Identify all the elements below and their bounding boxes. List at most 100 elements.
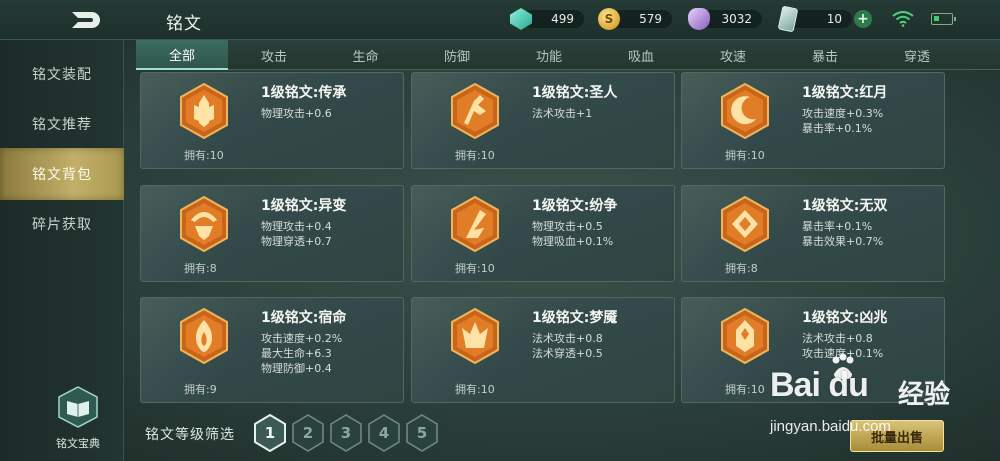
rune-owned-count: 拥有:10 [725, 149, 765, 162]
rune-stat: 攻击速度+0.3% [802, 107, 884, 120]
rune-stats: 攻击速度+0.2% 最大生命+6.3 物理防御+0.4 [261, 331, 342, 376]
rune-owned-count: 拥有:10 [455, 383, 495, 396]
rune-owned-count: 拥有:8 [184, 262, 217, 275]
rune-owned-count: 拥有:10 [455, 262, 495, 275]
rune-stat: 暴击率+0.1% [802, 122, 873, 135]
rune-stats: 法术攻击+0.8 攻击速度+0.1% [802, 331, 883, 361]
level-number: 4 [378, 424, 390, 442]
tab-lifesteal[interactable]: 吸血 [595, 40, 687, 70]
rune-stats: 暴击率+0.1% 暴击效果+0.7% [802, 219, 883, 249]
tab-penetration[interactable]: 穿透 [871, 40, 963, 70]
bulk-sell-button[interactable]: 批量出售 [850, 420, 944, 452]
tab-health[interactable]: 生命 [320, 40, 411, 70]
rune-stat: 暴击率+0.1% [802, 220, 873, 233]
level-number: 3 [340, 424, 352, 442]
rune-stat: 法术攻击+0.8 [802, 332, 873, 345]
rune-card[interactable]: 1级铭文:纷争 物理攻击+0.5 物理吸血+0.1% 拥有:10 [411, 185, 675, 282]
rune-name: 1级铭文:纷争 [532, 198, 618, 214]
rune-strife-icon [451, 196, 499, 252]
rune-stat: 攻击速度+0.2% [261, 332, 343, 345]
rune-stats: 物理攻击+0.6 [261, 106, 332, 121]
rune-card[interactable]: 1级铭文:红月 攻击速度+0.3% 暴击率+0.1% 拥有:10 [681, 72, 945, 169]
level-filter-5[interactable]: 5 [405, 414, 439, 452]
rune-card[interactable]: 1级铭文:圣人 法术攻击+1 拥有:10 [411, 72, 675, 169]
rune-name: 1级铭文:异变 [261, 198, 347, 214]
rune-card[interactable]: 1级铭文:无双 暴击率+0.1% 暴击效果+0.7% 拥有:8 [681, 185, 945, 282]
rune-stats: 物理攻击+0.4 物理穿透+0.7 [261, 219, 332, 249]
rune-card[interactable]: 1级铭文:异变 物理攻击+0.4 物理穿透+0.7 拥有:8 [140, 185, 404, 282]
rune-name: 1级铭文:凶兆 [802, 310, 888, 326]
book-icon [58, 386, 98, 428]
sidebar-item-rune-bag[interactable]: 铭文背包 [0, 148, 124, 200]
rune-grid: 1级铭文:传承 物理攻击+0.6 拥有:10 1级铭文:圣人 法术攻击+1 拥有… [140, 72, 946, 406]
rune-card[interactable]: 1级铭文:宿命 攻击速度+0.2% 最大生命+6.3 物理防御+0.4 拥有:9 [140, 297, 404, 403]
page-title: 铭文 [166, 14, 202, 34]
rune-sage-icon [451, 83, 499, 139]
tab-all[interactable]: 全部 [136, 40, 228, 70]
tab-crit[interactable]: 暴击 [779, 40, 871, 70]
rune-owned-count: 拥有:10 [725, 383, 765, 396]
rune-stat: 物理攻击+0.6 [261, 107, 332, 120]
rune-stat: 暴击效果+0.7% [802, 235, 884, 248]
rune-fate-icon [180, 308, 228, 364]
tab-attack[interactable]: 攻击 [228, 40, 320, 70]
rune-stat: 物理攻击+0.5 [532, 220, 603, 233]
codex-label: 铭文宝典 [56, 437, 100, 450]
tab-utility[interactable]: 功能 [503, 40, 595, 70]
rune-stat: 物理攻击+0.4 [261, 220, 332, 233]
back-button[interactable] [38, 4, 130, 36]
level-filter-1[interactable]: 1 [253, 414, 287, 452]
rune-owned-count: 拥有:9 [184, 383, 217, 396]
rune-peerless-icon [721, 196, 769, 252]
rune-owned-count: 拥有:10 [184, 149, 224, 162]
level-filter-3[interactable]: 3 [329, 414, 363, 452]
rune-codex-button[interactable]: 铭文宝典 [40, 385, 116, 455]
rune-stat: 法术攻击+1 [532, 107, 593, 120]
level-filter-4[interactable]: 4 [367, 414, 401, 452]
level-number: 2 [302, 424, 314, 442]
rune-mutation-icon [180, 196, 228, 252]
battery-icon [931, 13, 956, 25]
tab-defense[interactable]: 防御 [411, 40, 503, 70]
card-icon [777, 5, 799, 33]
rune-stat: 物理防御+0.4 [261, 362, 332, 375]
crystal-currency: 3032 [688, 8, 762, 30]
add-plus-icon[interactable]: + [854, 10, 872, 28]
rune-stat: 最大生命+6.3 [261, 347, 332, 360]
rune-name: 1级铭文:红月 [802, 85, 888, 101]
crystal-icon [688, 8, 710, 30]
rune-name: 1级铭文:无双 [802, 198, 888, 214]
rune-red-moon-icon [721, 83, 769, 139]
category-tabs: 全部 攻击 生命 防御 功能 吸血 攻速 暴击 穿透 [136, 40, 1000, 70]
level-filter-label: 铭文等级筛选 [145, 427, 235, 443]
sidebar-item-rune-setup[interactable]: 铭文装配 [0, 48, 124, 100]
sidebar-item-rune-recommend[interactable]: 铭文推荐 [0, 98, 124, 150]
gold-currency: S 579 [598, 8, 672, 30]
rune-stat: 物理吸血+0.1% [532, 235, 614, 248]
back-arrow-icon [72, 12, 100, 28]
app-root: 铭文 499 S 579 3032 10 + 铭文装配 铭文推荐 铭文背包 碎片… [0, 0, 1000, 461]
rune-name: 1级铭文:梦魇 [532, 310, 618, 326]
rune-stat: 法术攻击+0.8 [532, 332, 603, 345]
level-filter-2[interactable]: 2 [291, 414, 325, 452]
level-number: 1 [264, 424, 276, 442]
rune-stat: 法术穿透+0.5 [532, 347, 603, 360]
rune-owned-count: 拥有:10 [455, 149, 495, 162]
sidebar-item-fragment-obtain[interactable]: 碎片获取 [0, 198, 124, 250]
card-currency: 10 + [777, 5, 872, 33]
rune-stat: 攻击速度+0.1% [802, 347, 884, 360]
rune-stats: 物理攻击+0.5 物理吸血+0.1% [532, 219, 613, 249]
rune-stats: 法术攻击+1 [532, 106, 592, 121]
sidebar: 铭文装配 铭文推荐 铭文背包 碎片获取 铭文宝典 [0, 40, 124, 461]
gem-currency: 499 [510, 8, 584, 30]
tab-attack-speed[interactable]: 攻速 [687, 40, 779, 70]
rune-card[interactable]: 1级铭文:凶兆 法术攻击+0.8 攻击速度+0.1% 拥有:10 [681, 297, 945, 403]
rune-owned-count: 拥有:8 [725, 262, 758, 275]
rune-stat: 物理穿透+0.7 [261, 235, 332, 248]
rune-card[interactable]: 1级铭文:传承 物理攻击+0.6 拥有:10 [140, 72, 404, 169]
rune-card[interactable]: 1级铭文:梦魇 法术攻击+0.8 法术穿透+0.5 拥有:10 [411, 297, 675, 403]
rune-name: 1级铭文:传承 [261, 85, 347, 101]
wifi-icon [892, 11, 914, 27]
rune-stats: 法术攻击+0.8 法术穿透+0.5 [532, 331, 603, 361]
rune-name: 1级铭文:宿命 [261, 310, 347, 326]
